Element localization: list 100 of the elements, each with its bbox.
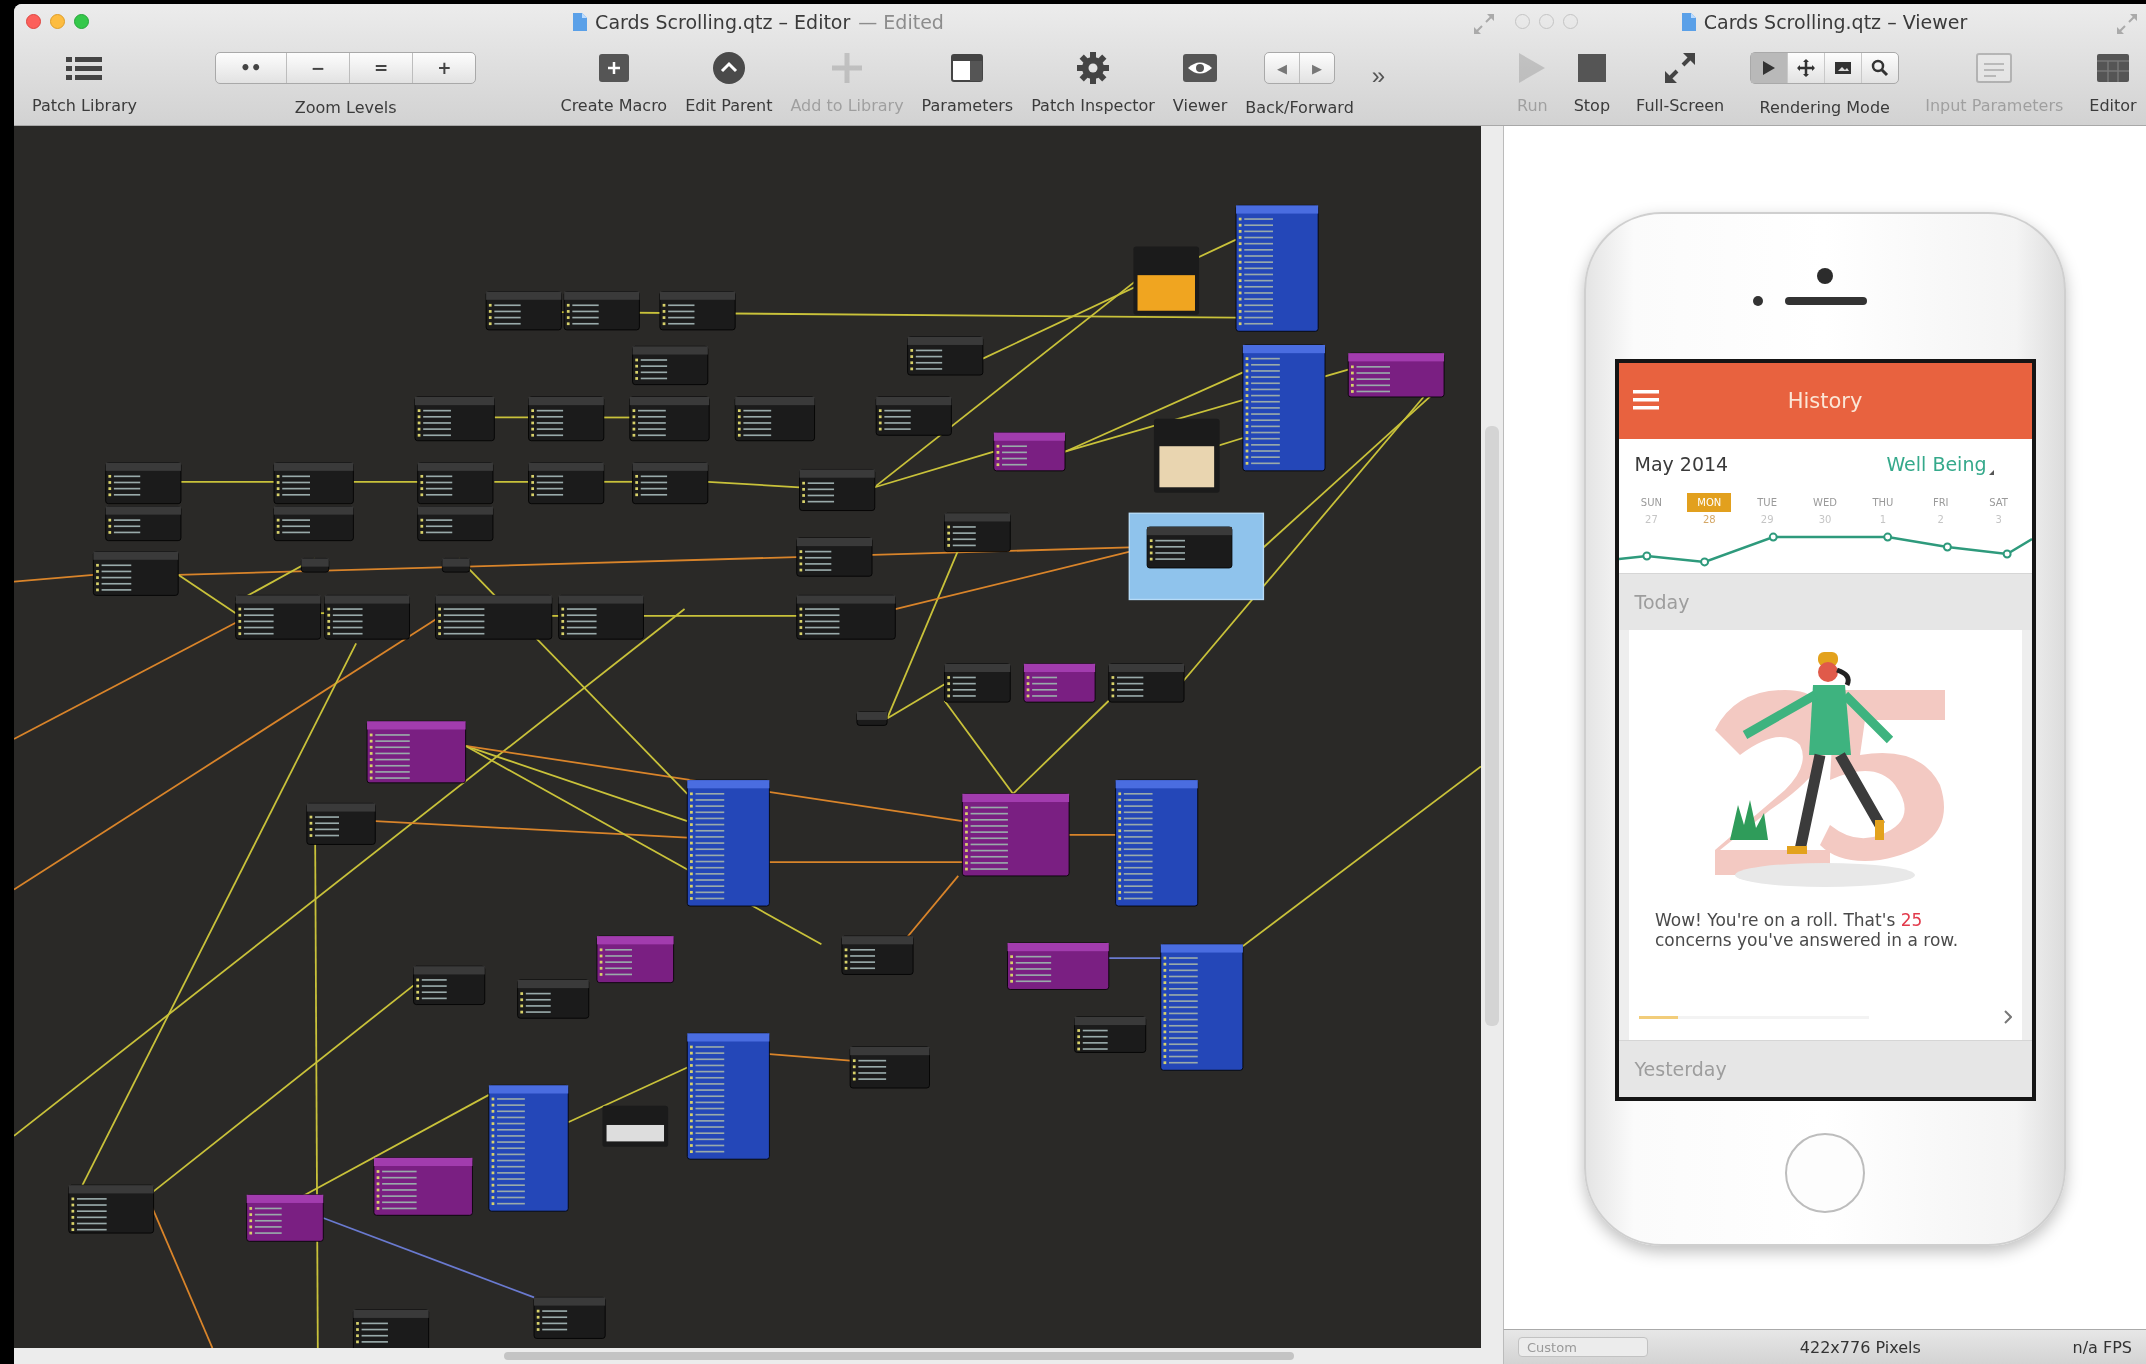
patch-node[interactable] (435, 594, 553, 640)
patch-node[interactable] (528, 396, 605, 442)
form-window-icon (1976, 52, 2013, 84)
patch-node[interactable] (1235, 204, 1319, 332)
patch-node[interactable] (352, 1309, 430, 1348)
patch-node[interactable] (1074, 1016, 1147, 1053)
patch-node[interactable] (841, 935, 914, 975)
patch-node[interactable] (849, 1046, 930, 1089)
patch-node[interactable] (1007, 942, 1110, 990)
patch-node[interactable] (1108, 663, 1185, 703)
patch-node[interactable] (417, 462, 494, 505)
segment-button[interactable]: + (413, 53, 476, 83)
patch-node[interactable] (366, 720, 466, 784)
patch-node[interactable] (68, 1184, 154, 1234)
mode-button[interactable] (1751, 53, 1789, 83)
day-column[interactable]: WED 30 (1796, 489, 1854, 529)
patch-node[interactable] (563, 291, 640, 331)
patch-node[interactable] (875, 396, 952, 436)
patch-node[interactable] (796, 594, 896, 640)
day-column[interactable]: TUE 29 (1738, 489, 1797, 529)
patch-node[interactable] (686, 1032, 770, 1160)
patch-node[interactable] (1347, 352, 1445, 398)
metric-dropdown[interactable]: Well Being (1880, 452, 2000, 476)
patch-node[interactable] (273, 506, 354, 541)
patch-node[interactable] (944, 512, 1011, 552)
day-date: 29 (1760, 514, 1774, 525)
patch-node[interactable] (632, 345, 709, 386)
patch-node[interactable] (1115, 779, 1199, 907)
edited-label: — Edited (858, 11, 944, 33)
image-patch-node[interactable] (602, 1105, 669, 1147)
toolbar-button[interactable]: Patch Library (32, 48, 137, 115)
patch-node[interactable] (373, 1157, 473, 1216)
toolbar-button[interactable]: Viewer (1172, 48, 1228, 115)
patch-node[interactable] (629, 396, 710, 442)
toolbar-button[interactable]: Stop (1573, 48, 1611, 115)
patch-node[interactable] (414, 396, 495, 442)
segment-button[interactable]: − (286, 53, 350, 83)
patch-node[interactable] (856, 711, 888, 726)
patch-node[interactable] (596, 935, 674, 984)
toolbar-button[interactable]: Full-Screen (1636, 48, 1725, 115)
patch-node[interactable] (517, 979, 590, 1019)
overflow-button[interactable]: » (1371, 62, 1386, 90)
segment-button[interactable]: = (349, 53, 414, 83)
patch-node[interactable] (306, 802, 376, 845)
segment-button[interactable]: •• (216, 53, 287, 83)
patch-node[interactable] (558, 594, 644, 640)
patch-node[interactable] (235, 594, 321, 640)
day-column[interactable]: THU 1 (1853, 489, 1912, 529)
patch-node[interactable] (632, 462, 709, 505)
patch-node[interactable] (993, 432, 1066, 472)
document-icon (1681, 13, 1696, 31)
chevron-right-icon[interactable] (2003, 1010, 2012, 1024)
image-patch-node[interactable] (1133, 246, 1200, 315)
day-column[interactable]: SUN 27 (1622, 489, 1681, 529)
patch-node[interactable] (413, 965, 486, 1005)
day-column[interactable]: SAT 3 (1969, 489, 2028, 529)
day-column[interactable]: FRI 2 (1911, 489, 1970, 529)
patch-node[interactable] (105, 462, 182, 505)
segment-button[interactable]: ▶ (1300, 53, 1334, 83)
toolbar-button[interactable]: Patch Inspector (1031, 48, 1155, 115)
menu-icon[interactable] (1632, 390, 1659, 410)
toolbar-button[interactable]: Create Macro (560, 48, 668, 115)
toolbar-button[interactable]: Editor (2089, 48, 2137, 115)
settings-icon (1076, 51, 1110, 85)
patch-node[interactable] (485, 291, 562, 331)
patch-node[interactable] (1160, 943, 1244, 1071)
patch-node[interactable] (441, 558, 471, 573)
toolbar-button[interactable]: Edit Parent (685, 48, 773, 115)
patch-node[interactable] (1242, 344, 1326, 472)
patch-node[interactable] (273, 462, 354, 505)
close-button[interactable] (26, 14, 41, 29)
patch-node[interactable] (528, 462, 605, 505)
patch-node[interactable] (246, 1194, 324, 1242)
segmented-control[interactable]: ◀ ▶ (1264, 52, 1335, 84)
patch-node[interactable] (944, 663, 1011, 703)
patch-node[interactable] (324, 594, 410, 640)
patch-node[interactable] (92, 551, 179, 596)
patch-node[interactable] (488, 1084, 569, 1212)
patch-node[interactable] (961, 793, 1070, 877)
patch-node[interactable] (105, 506, 182, 541)
scrollbar-thumb[interactable] (504, 1352, 1294, 1360)
patch-node[interactable] (907, 336, 984, 376)
image-patch-node[interactable] (1153, 418, 1220, 493)
segmented-control[interactable]: •• − = + (215, 52, 477, 84)
patch-node[interactable] (300, 558, 330, 573)
toolbar-button[interactable]: Parameters (921, 48, 1014, 115)
patch-node[interactable] (659, 291, 736, 331)
scrollbar-thumb[interactable] (1485, 425, 1499, 1026)
patch-node[interactable] (734, 396, 815, 442)
stop-icon (1575, 52, 1608, 84)
segmented-control[interactable] (1750, 52, 1900, 84)
patch-node[interactable] (796, 537, 873, 577)
patch-node[interactable] (686, 779, 770, 907)
patch-node[interactable] (1023, 663, 1096, 703)
patch-node[interactable] (1146, 526, 1233, 569)
patch-node[interactable] (417, 506, 494, 541)
segment-button[interactable]: ◀ (1265, 53, 1300, 83)
patch-node[interactable] (799, 469, 876, 511)
patch-node[interactable] (533, 1296, 606, 1339)
section-header: Today (1618, 573, 2032, 630)
